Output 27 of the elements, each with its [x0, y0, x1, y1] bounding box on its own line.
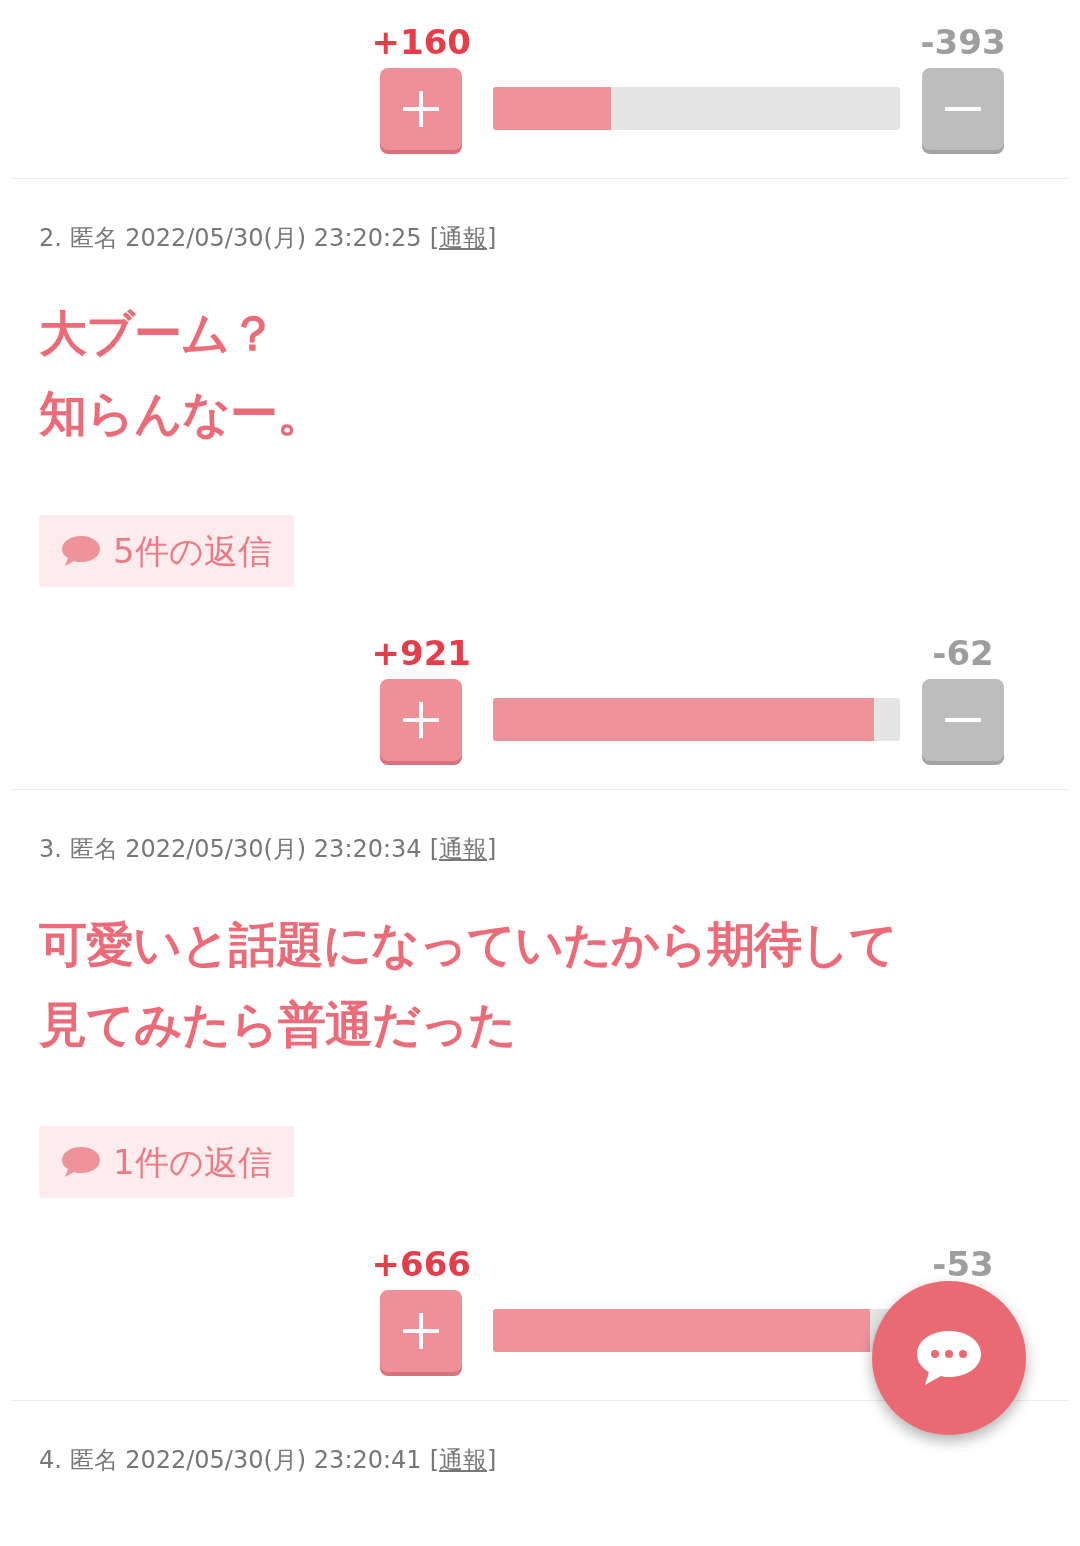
replies-button[interactable]: 1件の返信 [39, 1126, 294, 1198]
plus-count: +921 [371, 632, 471, 675]
minus-icon [943, 107, 983, 111]
plus-count: +666 [371, 1243, 471, 1286]
minus-count: -393 [920, 21, 1006, 64]
replies-button[interactable]: 5件の返信 [39, 515, 294, 587]
comment-meta: 3. 匿名 2022/05/30(月) 23:20:34 [39, 834, 422, 865]
minus-count: -62 [932, 632, 994, 675]
speech-bubble-icon [61, 1145, 101, 1179]
report-link[interactable]: [通報] [429, 221, 497, 255]
chat-button[interactable] [872, 1281, 1026, 1435]
report-link[interactable]: [通報] [429, 832, 497, 866]
plus-icon [401, 89, 442, 129]
minus-count: -53 [932, 1243, 994, 1286]
plus-count: +160 [371, 21, 471, 64]
speech-bubble-icon [61, 534, 101, 568]
plus-icon [401, 700, 442, 740]
chat-bubble-icon [915, 1329, 983, 1387]
comment-text: 大ブーム？ [39, 304, 277, 363]
minus-icon [943, 718, 983, 722]
report-link[interactable]: [通報] [429, 1443, 497, 1477]
plus-icon [401, 1311, 442, 1351]
comment-text: 知らんなー。 [39, 384, 325, 443]
comment-text: 見てみたら普通だった [39, 995, 517, 1054]
comment-meta: 4. 匿名 2022/05/30(月) 23:20:41 [39, 1445, 422, 1476]
comment-meta: 2. 匿名 2022/05/30(月) 23:20:25 [39, 223, 422, 254]
comment-text: 可愛いと話題になっていたから期待して [39, 915, 898, 974]
